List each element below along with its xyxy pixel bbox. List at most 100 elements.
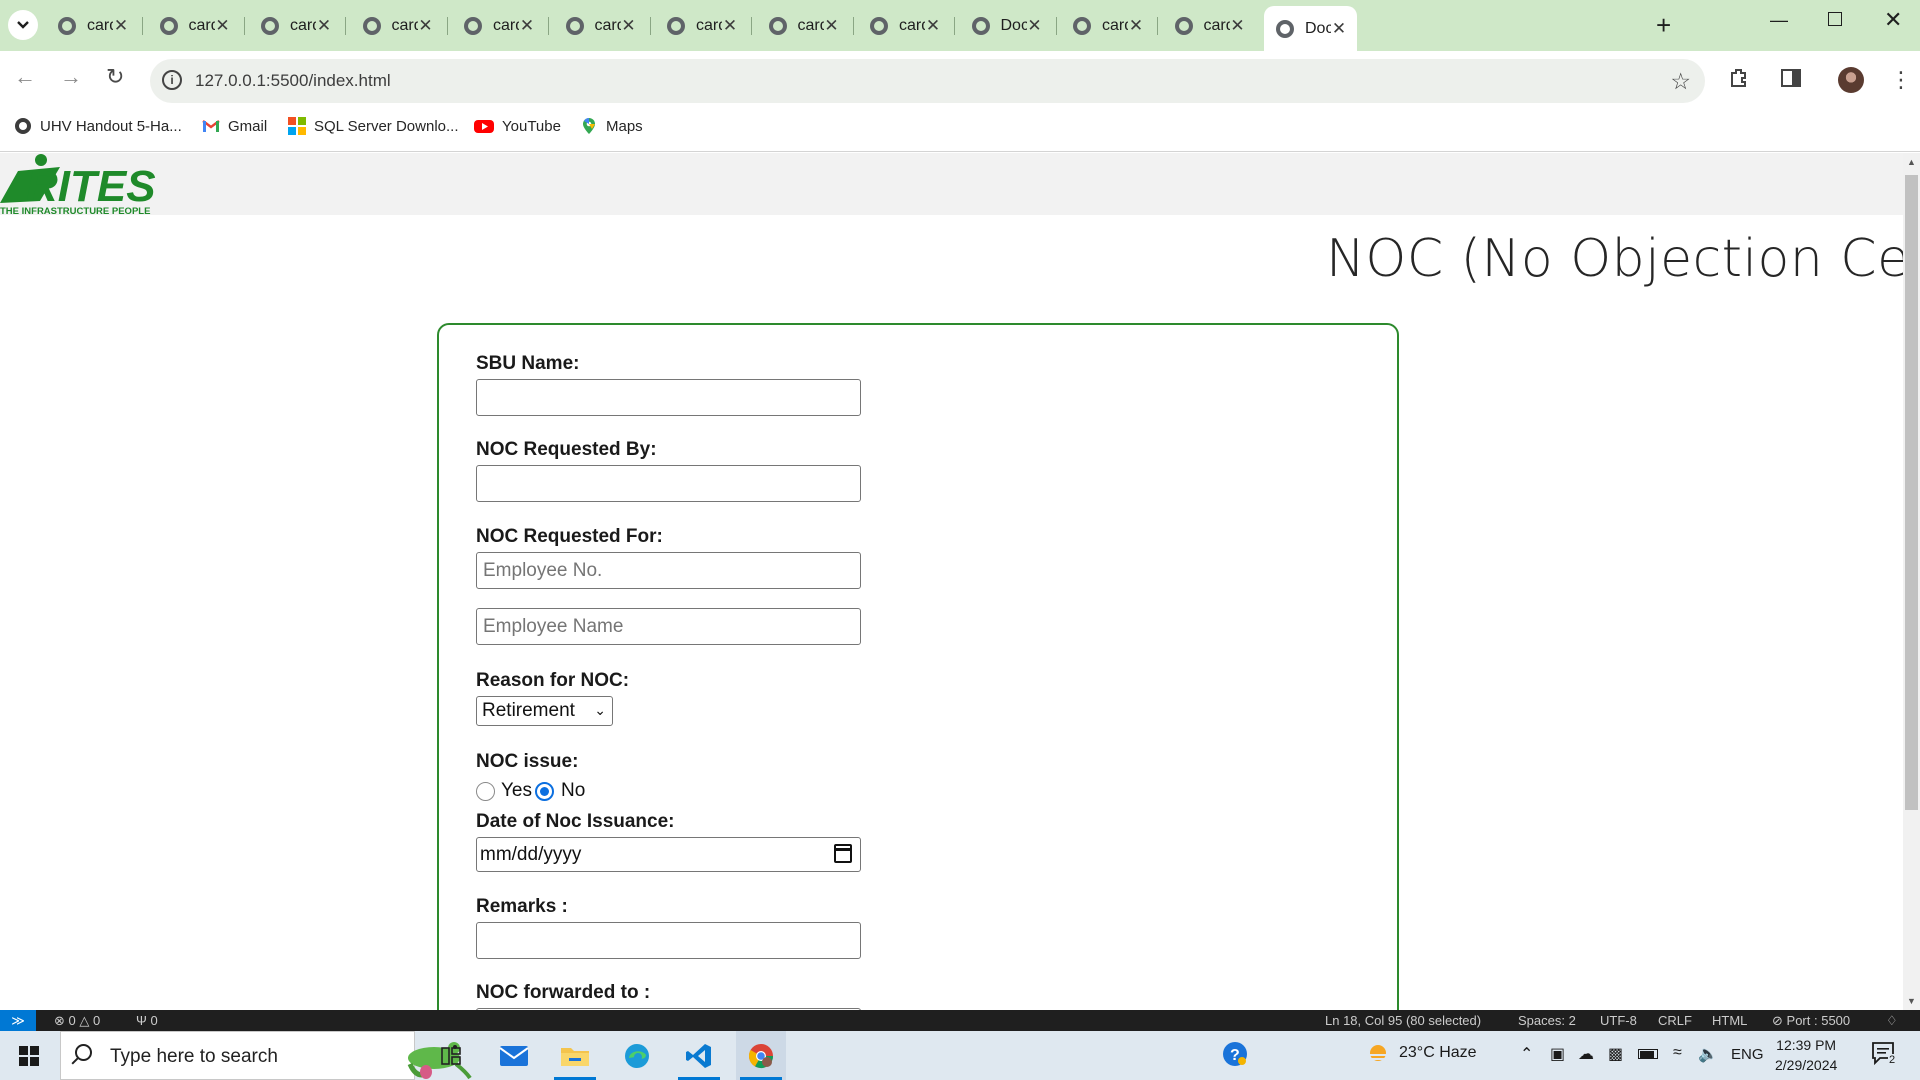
- language-mode[interactable]: HTML: [1712, 1013, 1747, 1028]
- remarks-input[interactable]: [476, 922, 861, 959]
- close-tab-icon[interactable]: ✕: [722, 16, 738, 36]
- input-language[interactable]: ENG: [1731, 1046, 1764, 1063]
- eol-setting[interactable]: CRLF: [1658, 1013, 1692, 1028]
- browser-tab[interactable]: cards✕: [1061, 8, 1154, 44]
- globe-icon: [159, 17, 178, 35]
- defender-icon[interactable]: ▩: [1608, 1044, 1623, 1064]
- close-tab-icon[interactable]: ✕: [1027, 16, 1043, 36]
- ports-indicator[interactable]: Ψ 0: [136, 1013, 158, 1028]
- bookmark-maps[interactable]: Maps: [580, 117, 643, 135]
- close-tab-icon[interactable]: ✕: [316, 16, 332, 36]
- problems-indicator[interactable]: ⊗ 0 △ 0: [54, 1013, 100, 1029]
- browser-tab[interactable]: cards✕: [554, 8, 647, 44]
- scroll-down-icon[interactable]: ▼: [1907, 996, 1916, 1006]
- reload-button[interactable]: ↻: [106, 64, 124, 90]
- noc-requested-by-input[interactable]: [476, 465, 861, 502]
- live-server-port[interactable]: ⊘ Port : 5500: [1772, 1013, 1850, 1029]
- reason-for-noc-select[interactable]: Retirement ⌄: [476, 696, 613, 726]
- close-window-button[interactable]: ✕: [1884, 7, 1902, 33]
- task-view-icon[interactable]: [426, 1031, 476, 1080]
- windows-start-icon[interactable]: [19, 1046, 39, 1066]
- minimize-button[interactable]: —: [1770, 10, 1788, 31]
- chrome-menu-icon[interactable]: ⋮: [1890, 67, 1912, 93]
- bookmark-label: Maps: [606, 117, 643, 135]
- close-tab-icon[interactable]: ✕: [621, 16, 637, 36]
- encoding-setting[interactable]: UTF-8: [1600, 1013, 1637, 1028]
- tab-separator: [852, 17, 854, 35]
- weather-text[interactable]: 23°C Haze: [1399, 1044, 1477, 1062]
- close-tab-icon[interactable]: ✕: [519, 16, 535, 36]
- bookmark-star-icon[interactable]: ☆: [1670, 68, 1691, 95]
- tab-search-button[interactable]: [8, 10, 38, 40]
- globe-icon: [1073, 17, 1091, 35]
- bookmark-gmail[interactable]: Gmail: [202, 117, 267, 135]
- chrome-app-icon[interactable]: [736, 1031, 786, 1080]
- taskbar-search[interactable]: Type here to search: [60, 1031, 472, 1080]
- employee-name-input[interactable]: Employee Name: [476, 608, 861, 645]
- browser-tab[interactable]: cards✕: [655, 8, 748, 44]
- clock[interactable]: 12:39 PM 2/29/2024: [1775, 1035, 1837, 1075]
- cursor-position[interactable]: Ln 18, Col 95 (80 selected): [1325, 1013, 1481, 1028]
- vscode-app-icon[interactable]: [674, 1031, 724, 1080]
- indentation-setting[interactable]: Spaces: 2: [1518, 1013, 1576, 1028]
- url-text[interactable]: 127.0.0.1:5500/index.html: [195, 71, 391, 91]
- sbu-name-input[interactable]: [476, 379, 861, 416]
- extensions-icon[interactable]: [1728, 67, 1750, 95]
- close-tab-icon[interactable]: ✕: [824, 16, 840, 36]
- close-tab-icon[interactable]: ✕: [1230, 16, 1246, 36]
- page-scrollbar[interactable]: ▲ ▼: [1903, 153, 1920, 1010]
- browser-tab[interactable]: cards✕: [148, 8, 241, 44]
- noc-issue-no-radio[interactable]: [535, 782, 554, 801]
- bell-icon[interactable]: ♢: [1886, 1013, 1898, 1029]
- scroll-up-icon[interactable]: ▲: [1907, 157, 1916, 167]
- browser-tab[interactable]: cards✕: [452, 8, 545, 44]
- close-tab-icon[interactable]: ✕: [113, 16, 129, 36]
- new-tab-button[interactable]: +: [1656, 10, 1671, 41]
- help-icon[interactable]: ?: [1222, 1041, 1248, 1072]
- side-panel-icon[interactable]: [1780, 67, 1802, 95]
- bookmark-sql-server[interactable]: SQL Server Downlo...: [288, 117, 459, 135]
- bookmark-youtube[interactable]: YouTube: [474, 117, 561, 135]
- browser-tab[interactable]: cards✕: [858, 8, 951, 44]
- address-bar[interactable]: i 127.0.0.1:5500/index.html ☆: [150, 59, 1705, 103]
- bookmark-uhv-handout[interactable]: UHV Handout 5-Ha...: [14, 117, 182, 135]
- notification-count: 2: [1888, 1054, 1897, 1066]
- notifications-button[interactable]: 2: [1870, 1040, 1900, 1073]
- back-button[interactable]: ←: [14, 64, 36, 90]
- close-tab-icon[interactable]: ✕: [1331, 19, 1347, 39]
- date-of-issuance-input[interactable]: mm/dd/yyyy: [476, 837, 861, 872]
- battery-icon[interactable]: [1638, 1044, 1658, 1062]
- calendar-icon[interactable]: [834, 844, 852, 863]
- remote-indicator-icon[interactable]: ≫: [0, 1010, 36, 1031]
- browser-tab[interactable]: cards✕: [757, 8, 850, 44]
- globe-icon: [14, 117, 32, 135]
- browser-tab[interactable]: cards✕: [351, 8, 444, 44]
- mail-app-icon[interactable]: [489, 1031, 539, 1080]
- browser-tab[interactable]: cards✕: [1163, 8, 1256, 44]
- weather-haze-icon[interactable]: [1365, 1041, 1391, 1072]
- meet-now-icon[interactable]: ▣: [1550, 1044, 1565, 1064]
- browser-tab[interactable]: Docu✕: [960, 8, 1053, 44]
- employee-no-input[interactable]: Employee No.: [476, 552, 861, 589]
- file-explorer-icon[interactable]: [550, 1031, 600, 1080]
- noc-form: [437, 323, 1399, 1010]
- close-tab-icon[interactable]: ✕: [925, 16, 941, 36]
- edge-browser-icon[interactable]: [612, 1031, 662, 1080]
- browser-tab[interactable]: cards✕: [46, 8, 139, 44]
- forward-button[interactable]: →: [60, 64, 82, 90]
- noc-issue-yes-radio[interactable]: [476, 782, 495, 801]
- browser-tab[interactable]: Docu✕: [1264, 6, 1357, 51]
- wifi-icon[interactable]: ≈: [1673, 1044, 1682, 1062]
- maximize-button[interactable]: [1828, 10, 1842, 31]
- onedrive-cloud-icon[interactable]: ☁: [1578, 1044, 1594, 1064]
- show-hidden-icons-chevron-icon[interactable]: ⌃: [1520, 1044, 1533, 1064]
- close-tab-icon[interactable]: ✕: [215, 16, 231, 36]
- tab-separator: [345, 17, 346, 35]
- scrollbar-thumb[interactable]: [1905, 175, 1918, 810]
- volume-icon[interactable]: 🔈: [1698, 1044, 1718, 1064]
- browser-tab[interactable]: cards✕: [249, 8, 342, 44]
- close-tab-icon[interactable]: ✕: [1128, 16, 1144, 36]
- close-tab-icon[interactable]: ✕: [418, 16, 434, 36]
- site-info-icon[interactable]: i: [162, 70, 182, 90]
- profile-avatar[interactable]: [1838, 67, 1864, 93]
